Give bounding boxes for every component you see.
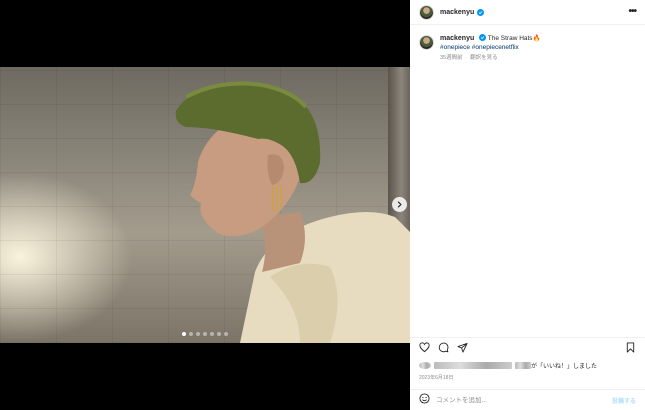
action-bar (410, 337, 645, 357)
header-username[interactable]: mackenyu (440, 9, 474, 16)
heart-icon (419, 342, 430, 353)
save-button[interactable] (625, 342, 636, 353)
liker-avatars (419, 362, 431, 369)
emoji-button[interactable] (419, 391, 430, 409)
liker-names[interactable] (434, 362, 512, 369)
post-date: 2023年6月18日 (419, 375, 454, 381)
caption-meta: 35週間前 翻訳を見る (440, 54, 541, 63)
share-button[interactable] (457, 342, 468, 353)
caption-text: The Straw Hats🔥 (487, 35, 541, 42)
post-comment-button[interactable]: 投稿する (612, 396, 636, 405)
avatar[interactable] (419, 4, 434, 20)
post-photo[interactable] (0, 67, 410, 343)
like-button[interactable] (419, 342, 430, 353)
comment-icon (438, 342, 449, 353)
carousel-dot (203, 332, 207, 336)
caption-hashtags[interactable]: #onepiece #onepiecenetflix (440, 43, 541, 52)
time-ago: 35週間前 (440, 55, 463, 61)
carousel-dot (224, 332, 228, 336)
more-options-button[interactable]: ••• (628, 7, 636, 17)
carousel-dot (217, 332, 221, 336)
share-icon (457, 342, 468, 353)
carousel-dot (182, 332, 186, 336)
carousel-dot (189, 332, 193, 336)
liker-names[interactable] (515, 362, 531, 369)
carousel-indicator (0, 332, 410, 336)
verified-badge-icon (479, 34, 487, 41)
verified-badge-icon (477, 8, 485, 16)
bookmark-icon (626, 342, 635, 353)
post-header: mackenyu ••• (410, 0, 645, 25)
carousel-dot (196, 332, 200, 336)
portrait-figure (175, 81, 410, 343)
translate-link[interactable]: 翻訳を見る (470, 55, 498, 61)
post-media[interactable] (0, 0, 410, 410)
comment-bar: 投稿する (410, 389, 645, 410)
caption-username[interactable]: mackenyu (440, 35, 474, 42)
chevron-right-icon (397, 201, 402, 208)
emoji-icon (419, 393, 430, 404)
likes-text: が「いいね！」しました (531, 364, 598, 370)
comment-button[interactable] (438, 342, 449, 353)
post-caption: mackenyu The Straw Hats🔥 #onepiece #onep… (410, 25, 645, 63)
carousel-dot (210, 332, 214, 336)
caption-avatar[interactable] (419, 35, 434, 50)
comment-input[interactable] (436, 396, 612, 404)
next-image-button[interactable] (392, 197, 407, 212)
post-info-panel: mackenyu ••• mackenyu The Straw Hats🔥 #o… (410, 0, 645, 410)
likes-summary: が「いいね！」しました (419, 361, 597, 370)
